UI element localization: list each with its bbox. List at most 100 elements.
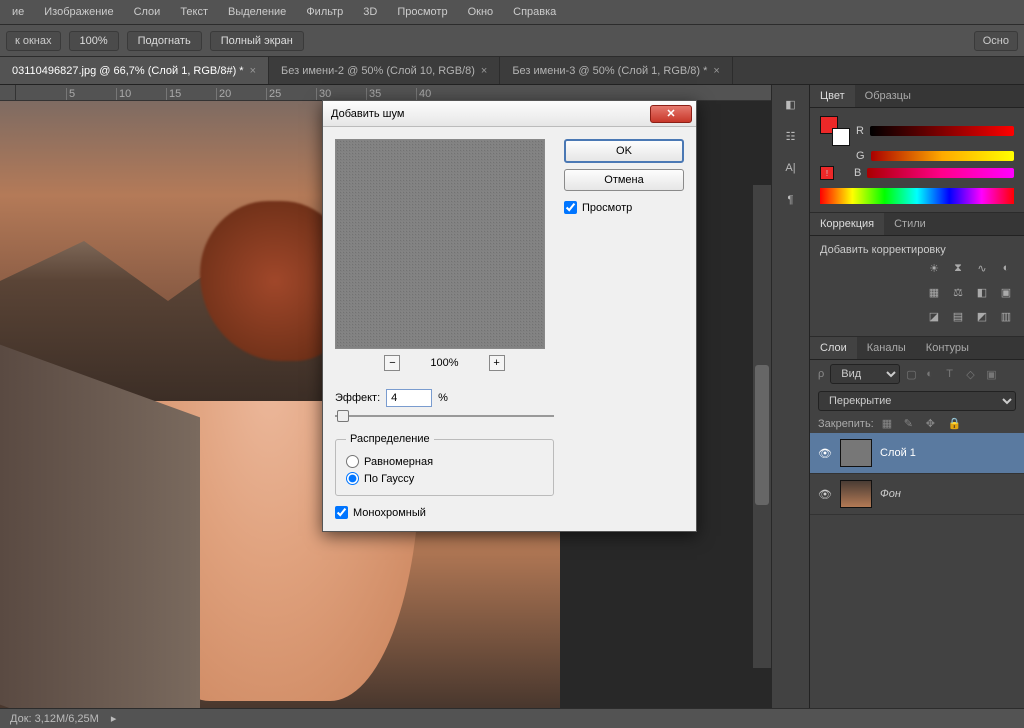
tab-swatches[interactable]: Образцы xyxy=(855,85,921,107)
search-icon[interactable]: ρ xyxy=(818,368,824,380)
layer-thumbnail[interactable] xyxy=(840,480,872,508)
layer-thumbnail[interactable] xyxy=(840,439,872,467)
tab-layers[interactable]: Слои xyxy=(810,337,857,359)
ruler-mark: 10 xyxy=(116,88,166,100)
filter-kind-select[interactable]: Вид xyxy=(830,364,900,384)
brightness-icon[interactable]: ☀ xyxy=(926,260,942,276)
gauss-radio[interactable]: По Гауссу xyxy=(346,470,543,487)
menu-item[interactable]: Слои xyxy=(124,2,171,22)
filter-adjust-icon[interactable]: ◐ xyxy=(926,368,940,380)
ok-button[interactable]: OK xyxy=(564,139,684,163)
zoom-level-button[interactable]: 100% xyxy=(69,31,119,51)
layer-name[interactable]: Слой 1 xyxy=(880,447,916,459)
adjustments-title: Добавить корректировку xyxy=(820,244,1014,256)
paragraph-icon[interactable]: ¶ xyxy=(782,191,800,209)
vertical-scrollbar[interactable] xyxy=(753,185,771,668)
menu-item[interactable]: Выделение xyxy=(218,2,296,22)
menu-item[interactable]: Справка xyxy=(503,2,566,22)
cancel-button[interactable]: Отмена xyxy=(564,169,684,191)
blend-mode-select[interactable]: Перекрытие xyxy=(818,391,1016,411)
history-icon[interactable]: ◧ xyxy=(782,95,800,113)
layer-name[interactable]: Фон xyxy=(880,488,901,500)
right-panel-column: Цвет Образцы R G ! B Коррек xyxy=(809,85,1024,708)
visibility-icon[interactable]: 👁 xyxy=(818,447,832,460)
filter-image-icon[interactable]: ▢ xyxy=(906,368,920,381)
close-icon[interactable]: × xyxy=(481,65,487,77)
dialog-title-bar[interactable]: Добавить шум ✕ xyxy=(323,101,696,127)
threshold-icon[interactable]: ◩ xyxy=(974,308,990,324)
amount-slider[interactable] xyxy=(335,413,554,419)
gradient-map-icon[interactable]: ▥ xyxy=(998,308,1014,324)
tab-paths[interactable]: Контуры xyxy=(916,337,979,359)
ruler-origin[interactable] xyxy=(0,85,16,101)
layer-filter-row: ρ Вид ▢ ◐ T ◇ ▣ xyxy=(810,360,1024,388)
scroll-thumb[interactable] xyxy=(755,365,769,505)
zoom-in-button[interactable]: + xyxy=(489,355,505,371)
layer-list: 👁 Слой 1 👁 Фон xyxy=(810,433,1024,708)
menu-item[interactable]: Текст xyxy=(170,2,218,22)
preview-checkbox[interactable]: Просмотр xyxy=(564,201,684,214)
color-balance-icon[interactable]: ⚖ xyxy=(950,284,966,300)
invert-icon[interactable]: ◪ xyxy=(926,308,942,324)
r-slider[interactable] xyxy=(870,126,1014,136)
character-icon[interactable]: A| xyxy=(782,159,800,177)
lock-pixels-icon[interactable]: ✎ xyxy=(904,417,918,430)
tab-styles[interactable]: Стили xyxy=(884,213,936,235)
ruler-mark: 15 xyxy=(166,88,216,100)
close-icon[interactable]: × xyxy=(713,65,719,77)
menu-item[interactable]: Изображение xyxy=(34,2,123,22)
tab-correction[interactable]: Коррекция xyxy=(810,213,884,235)
uniform-radio[interactable]: Равномерная xyxy=(346,453,543,470)
photo-filter-icon[interactable]: ▣ xyxy=(998,284,1014,300)
collapsed-panel-dock: ◧ ☷ A| ¶ xyxy=(771,85,809,708)
tab-color[interactable]: Цвет xyxy=(810,85,855,107)
status-arrow-icon[interactable]: ▸ xyxy=(111,712,117,725)
lock-all-icon[interactable]: 🔒 xyxy=(948,417,962,430)
document-tab-bar: 03110496827.jpg @ 66,7% (Слой 1, RGB/8#)… xyxy=(0,57,1024,85)
hue-sat-icon[interactable]: ▦ xyxy=(926,284,942,300)
zoom-out-button[interactable]: − xyxy=(384,355,400,371)
b-slider[interactable] xyxy=(867,168,1014,178)
horizontal-ruler[interactable]: 5 10 15 20 25 30 35 40 xyxy=(16,85,771,101)
menu-item[interactable]: 3D xyxy=(353,2,387,22)
fit-button[interactable]: Подогнать xyxy=(127,31,202,51)
layer-row[interactable]: 👁 Фон xyxy=(810,474,1024,515)
lock-transparent-icon[interactable]: ▦ xyxy=(882,417,896,430)
filter-shape-icon[interactable]: ◇ xyxy=(966,368,980,381)
amount-input[interactable] xyxy=(386,389,432,407)
fg-bg-swatch[interactable] xyxy=(820,116,850,146)
fullscreen-button[interactable]: Полный экран xyxy=(210,31,304,51)
menu-item[interactable]: Окно xyxy=(458,2,504,22)
color-ramp[interactable] xyxy=(820,188,1014,204)
properties-icon[interactable]: ☷ xyxy=(782,127,800,145)
gamut-warning-icon[interactable]: ! xyxy=(820,166,834,180)
lock-row: Закрепить: ▦ ✎ ✥ 🔒 xyxy=(810,414,1024,433)
noise-preview[interactable] xyxy=(335,139,545,349)
document-tab[interactable]: Без имени-2 @ 50% (Слой 10, RGB/8) × xyxy=(269,57,500,84)
levels-icon[interactable]: ⧗ xyxy=(950,260,966,276)
ruler-mark: 30 xyxy=(316,88,366,100)
lock-position-icon[interactable]: ✥ xyxy=(926,417,940,430)
adjustments-panel: Добавить корректировку ☀ ⧗ ∿ ◐ ▦ ⚖ ◧ ▣ ◪… xyxy=(810,236,1024,337)
tab-channels[interactable]: Каналы xyxy=(857,337,916,359)
visibility-icon[interactable]: 👁 xyxy=(818,488,832,501)
filter-smart-icon[interactable]: ▣ xyxy=(986,368,1000,381)
bw-icon[interactable]: ◧ xyxy=(974,284,990,300)
document-tab[interactable]: 03110496827.jpg @ 66,7% (Слой 1, RGB/8#)… xyxy=(0,57,269,84)
layer-row[interactable]: 👁 Слой 1 xyxy=(810,433,1024,474)
channel-b-label: B xyxy=(854,167,861,179)
essentials-button[interactable]: Осно xyxy=(974,31,1018,51)
exposure-icon[interactable]: ◐ xyxy=(998,260,1014,276)
close-button[interactable]: ✕ xyxy=(650,105,692,123)
menu-item[interactable]: Фильтр xyxy=(296,2,353,22)
posterize-icon[interactable]: ▤ xyxy=(950,308,966,324)
close-icon[interactable]: × xyxy=(250,65,256,77)
ruler-mark: 20 xyxy=(216,88,266,100)
filter-type-icon[interactable]: T xyxy=(946,368,960,380)
curves-icon[interactable]: ∿ xyxy=(974,260,990,276)
monochrome-checkbox[interactable]: Монохромный xyxy=(335,506,554,519)
g-slider[interactable] xyxy=(871,151,1014,161)
menu-item[interactable]: ие xyxy=(2,2,34,22)
menu-item[interactable]: Просмотр xyxy=(387,2,457,22)
document-tab[interactable]: Без имени-3 @ 50% (Слой 1, RGB/8) * × xyxy=(500,57,733,84)
